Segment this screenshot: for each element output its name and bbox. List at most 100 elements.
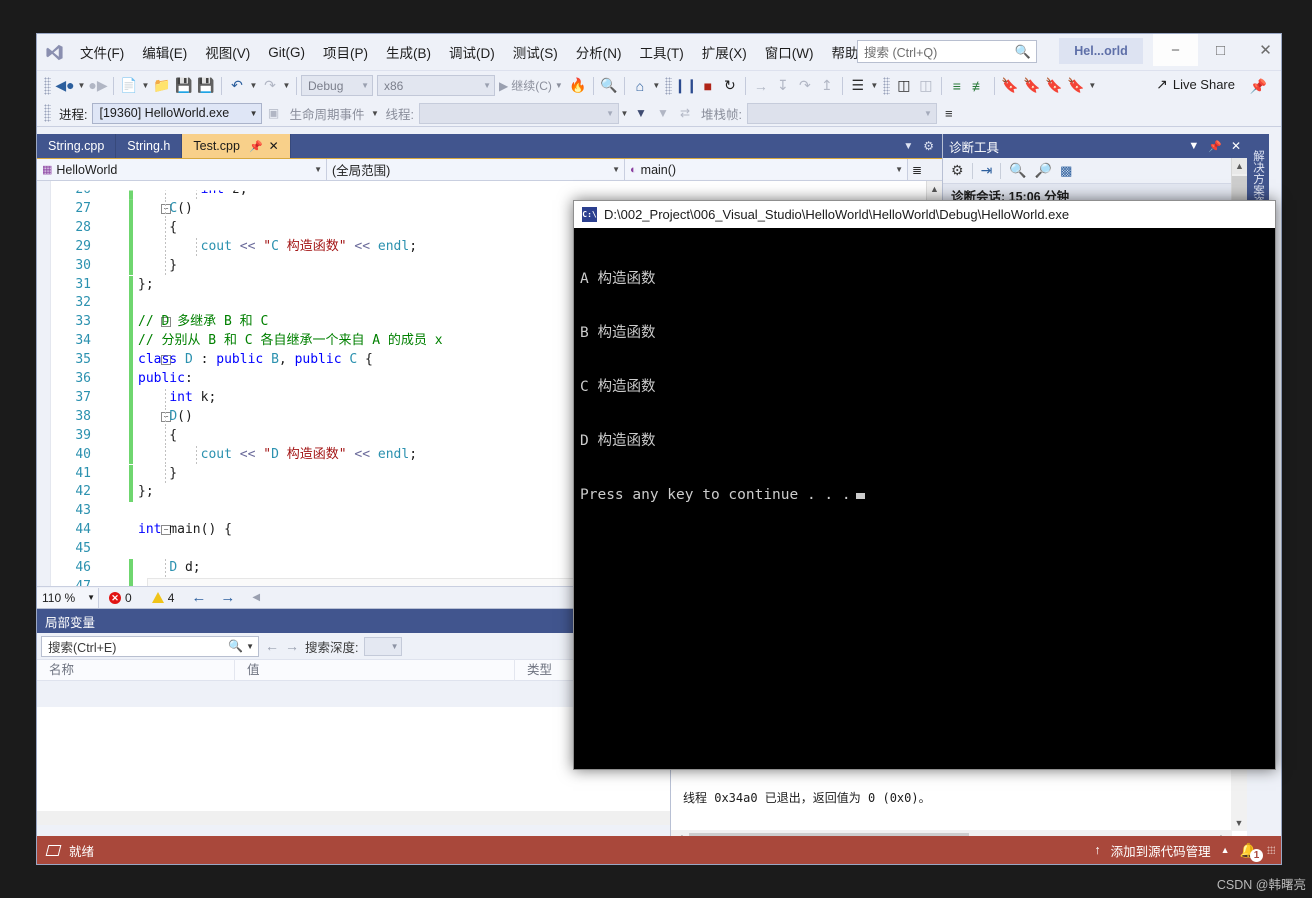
scroll-left-icon[interactable]: ◀	[242, 592, 260, 603]
uncomment-icon[interactable]: ◫	[915, 75, 937, 97]
gear-icon[interactable]: ⚙	[951, 162, 964, 179]
overflow-icon[interactable]: ≡	[945, 106, 953, 121]
toolbar-grip[interactable]	[664, 76, 672, 95]
home-icon[interactable]: ⌂	[629, 75, 651, 97]
continue-button[interactable]: ▶ 继续(C) ▼	[495, 77, 567, 94]
code-line[interactable]: 26 int z;	[37, 190, 942, 200]
open-folder-icon[interactable]: 📁	[151, 75, 173, 97]
bell-icon[interactable]: 🔔 1	[1240, 842, 1263, 862]
undo-dropdown[interactable]: ▼	[248, 81, 259, 90]
tab-test-cpp[interactable]: Test.cpp 📌 ✕	[182, 134, 291, 158]
tab-string-h[interactable]: String.h	[116, 134, 183, 158]
pin-toolbar-icon[interactable]: 📌	[1250, 78, 1267, 95]
zoom-out-icon[interactable]: 🔎	[1035, 162, 1052, 179]
toolbar-grip[interactable]	[882, 76, 890, 95]
shuffle-icon[interactable]: ⇄	[674, 102, 696, 124]
redo-icon[interactable]: ↷	[259, 75, 281, 97]
search-depth-select[interactable]: ▼	[364, 636, 403, 656]
show-next-statement-icon[interactable]: ↥	[816, 75, 838, 97]
home-dropdown[interactable]: ▼	[651, 81, 662, 90]
menu-file[interactable]: 文件(F)	[71, 38, 133, 66]
chevron-up-icon[interactable]: ▲	[1221, 845, 1230, 855]
menu-project[interactable]: 项目(P)	[314, 38, 377, 66]
menu-debug[interactable]: 调试(D)	[440, 38, 504, 66]
configuration-select[interactable]: Debug ▼	[301, 75, 373, 96]
thread-select[interactable]: ▼	[418, 102, 619, 124]
close-icon[interactable]: ✕	[1231, 139, 1241, 153]
stop-icon[interactable]: ■	[697, 75, 719, 97]
source-control-label[interactable]: 添加到源代码管理	[1111, 841, 1211, 860]
zoom-in-icon[interactable]: 🔍	[1009, 162, 1026, 179]
minimize-button[interactable]: −	[1153, 34, 1198, 66]
pause-icon[interactable]: ❙❙	[674, 75, 697, 97]
scroll-up-icon[interactable]: ▲	[1232, 158, 1247, 174]
resize-grip[interactable]	[1267, 846, 1275, 854]
step-over-icon[interactable]: →	[750, 75, 772, 97]
platform-select[interactable]: x86 ▼	[377, 75, 495, 96]
filter-thread-icon[interactable]: ▼	[652, 102, 674, 124]
scope-select[interactable]: (全局范围) ▼	[327, 159, 625, 180]
chart-icon[interactable]: ▩	[1060, 163, 1072, 179]
step-into-icon[interactable]: ↧	[772, 75, 794, 97]
bookmark-icon[interactable]: 🔖	[999, 75, 1021, 97]
new-item-icon[interactable]: 📄	[118, 75, 140, 97]
navigate-forward-icon[interactable]: ●▶	[87, 75, 109, 97]
tab-string-cpp[interactable]: String.cpp	[37, 134, 117, 158]
next-error-icon[interactable]: →	[213, 589, 242, 606]
lifecycle-label[interactable]: 生命周期事件	[284, 104, 369, 123]
bookmark-dropdown[interactable]: ▼	[1087, 81, 1098, 90]
toolbar-grip[interactable]	[44, 104, 51, 122]
menu-tools[interactable]: 工具(T)	[631, 38, 693, 66]
error-count-badge[interactable]: ✕ 0	[99, 591, 142, 605]
attach-process-icon[interactable]: 🔍	[598, 75, 620, 97]
save-all-icon[interactable]: 💾	[195, 75, 217, 97]
export-icon[interactable]: ⇥	[981, 162, 993, 179]
gear-icon[interactable]: ⚙	[923, 139, 934, 153]
menu-edit[interactable]: 编辑(E)	[133, 38, 196, 66]
stackframe-select[interactable]: ▼	[746, 102, 937, 124]
save-icon[interactable]: 💾	[173, 75, 195, 97]
maximize-button[interactable]: □	[1198, 34, 1243, 66]
process-select[interactable]: [19360] HelloWorld.exe ▼	[92, 102, 263, 124]
redo-dropdown[interactable]: ▼	[281, 81, 292, 90]
user-account-badge[interactable]: Hel...orld	[1059, 38, 1143, 64]
menu-view[interactable]: 视图(V)	[196, 38, 259, 66]
search-input[interactable]: 搜索 (Ctrl+Q) 🔍	[857, 40, 1037, 63]
restart-icon[interactable]: ↻	[719, 75, 741, 97]
bookmark-next-icon[interactable]: 🔖	[1043, 75, 1065, 97]
navigate-back-dropdown[interactable]: ▼	[76, 81, 87, 90]
column-value[interactable]: 值	[235, 659, 515, 681]
diagnostic-icon[interactable]: ☰	[847, 75, 869, 97]
bookmark-clear-icon[interactable]: 🔖	[1065, 75, 1087, 97]
project-select[interactable]: ▦ HelloWorld ▼	[37, 159, 327, 180]
previous-error-icon[interactable]: ←	[184, 589, 213, 606]
menu-test[interactable]: 测试(S)	[504, 38, 567, 66]
split-view-icon[interactable]: ≣	[908, 159, 926, 180]
forward-arrow-icon[interactable]: →	[285, 638, 299, 654]
menu-window[interactable]: 窗口(W)	[756, 38, 823, 66]
locals-horizontal-scrollbar[interactable]	[37, 811, 670, 825]
warning-count-badge[interactable]: 4	[142, 591, 185, 605]
filter-icon[interactable]: ▼	[630, 102, 652, 124]
close-button[interactable]: ✕	[1243, 34, 1281, 66]
outdent-icon[interactable]: ≢	[968, 75, 990, 97]
comment-icon[interactable]: ◫	[893, 75, 915, 97]
chevron-down-icon[interactable]: ▼	[903, 141, 913, 152]
lifecycle-dropdown[interactable]: ▼	[370, 109, 381, 118]
indent-icon[interactable]: ≡	[946, 75, 968, 97]
chevron-down-icon[interactable]: ▼	[246, 642, 254, 651]
thread-dropdown[interactable]: ▼	[619, 109, 630, 118]
locals-search-input[interactable]: 搜索(Ctrl+E) 🔍 ▼	[41, 635, 259, 657]
bookmark-prev-icon[interactable]: 🔖	[1021, 75, 1043, 97]
pin-icon[interactable]: 📌	[1208, 140, 1222, 153]
lifecycle-events-icon[interactable]: ▣	[262, 102, 284, 124]
menu-build[interactable]: 生成(B)	[377, 38, 440, 66]
hot-reload-icon[interactable]: 🔥	[567, 75, 589, 97]
scroll-up-icon[interactable]: ▲	[927, 181, 942, 197]
zoom-select[interactable]: 110 % ▼	[37, 587, 99, 608]
member-select[interactable]: ◐ main() ▼	[625, 159, 908, 180]
step-out-icon[interactable]: ↷	[794, 75, 816, 97]
undo-icon[interactable]: ↶	[226, 75, 248, 97]
close-icon[interactable]: ✕	[269, 139, 279, 153]
toolbar-grip[interactable]	[44, 76, 51, 95]
